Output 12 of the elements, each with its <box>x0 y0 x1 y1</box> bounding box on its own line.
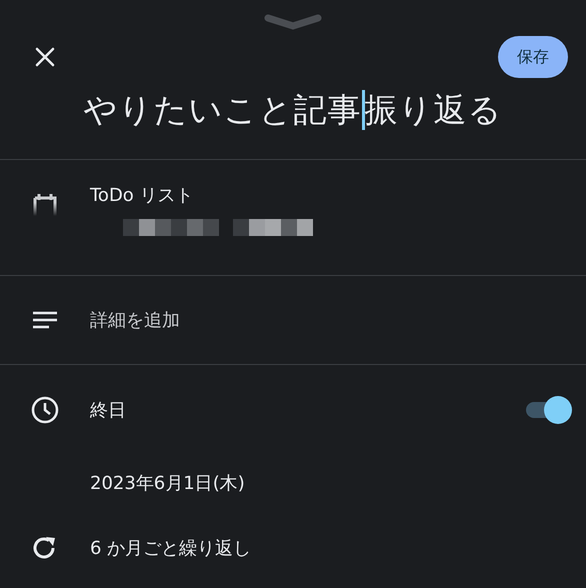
repeat-option[interactable]: 6 か月ごと繰り返し <box>90 534 252 562</box>
list-name[interactable]: ToDo リスト <box>90 182 313 209</box>
all-day-toggle[interactable] <box>526 396 572 424</box>
all-day-label: 終日 <box>90 398 127 422</box>
close-icon[interactable] <box>34 46 56 68</box>
details-field[interactable]: 詳細を追加 <box>90 306 390 334</box>
clock-icon <box>31 396 59 424</box>
notes-icon <box>32 311 58 329</box>
repeat-icon <box>32 535 58 561</box>
date-text[interactable]: 2023年6月1日(木) <box>90 470 245 496</box>
save-button[interactable]: 保存 <box>498 36 568 78</box>
calendar-icon <box>32 192 58 216</box>
